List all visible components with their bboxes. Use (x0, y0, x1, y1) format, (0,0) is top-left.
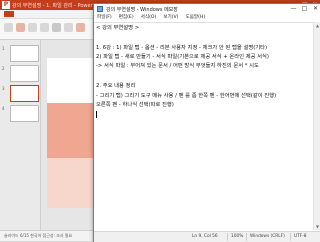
notepad-menubar: 파일(F) 편집(E) 서식(O) 보기(V) 도움말(H) (94, 14, 320, 22)
menu-view[interactable]: 보기(V) (163, 14, 178, 22)
paste-icon[interactable] (4, 23, 13, 32)
paragraph-icon[interactable] (52, 23, 61, 32)
slide-thumbnail-pane: 1 2 3 4 (0, 40, 41, 230)
notepad-titlebar[interactable]: 강의 부연설명 - Windows 메모장 — □ ✕ (94, 4, 320, 14)
slide-thumbnail[interactable] (10, 105, 39, 122)
text-caret (96, 111, 97, 118)
notepad-text-area[interactable]: < 강의 부연설명 > 1. 6강 : 1) 파일 탭 - 옵션 - 리본 사용… (94, 22, 314, 231)
app-title: 강의 부연설명 - 1. 파일 관리 - PowerPoint (12, 3, 106, 9)
font-icon[interactable] (40, 23, 49, 32)
menu-format[interactable]: 서식(O) (141, 14, 157, 22)
notepad-statusbar: Ln 9, Col 56 100% Windows (CRLF) UTF-8 (94, 231, 320, 242)
vertical-scrollbar[interactable]: ▲ ▼ (313, 22, 320, 230)
scroll-down-arrow-icon[interactable]: ▼ (314, 223, 320, 230)
close-button[interactable]: ✕ (310, 4, 320, 14)
cursor-position: Ln 9, Col 56 (192, 234, 218, 239)
menu-file[interactable]: 파일(F) (97, 14, 112, 22)
notepad-title: 강의 부연설명 - Windows 메모장 (106, 7, 178, 13)
notepad-window: 강의 부연설명 - Windows 메모장 — □ ✕ 파일(F) 편집(E) … (93, 3, 320, 242)
menu-help[interactable]: 도움말(H) (185, 14, 205, 22)
menu-edit[interactable]: 편집(E) (119, 14, 134, 22)
thumbnail-number: 2 (2, 66, 5, 71)
maximize-button[interactable]: □ (299, 4, 310, 14)
text-line: - 그리기 탭) 그리기 도구 메뉴 사용 / 펜 를 좀 한쪽 펜 - 한어번… (96, 93, 277, 99)
powerpoint-logo-icon: P (2, 1, 10, 9)
line-ending: Windows (CRLF) (250, 234, 285, 239)
file-tab[interactable] (4, 11, 14, 17)
text-line: 1. 6강 : 1) 파일 탭 - 옵션 - 리본 사용자 지정 - 체크가 안… (96, 45, 268, 51)
thumbnail-number: 1 (2, 46, 5, 51)
zoom-level: 100% (231, 234, 244, 239)
text-line: -> 서식 파일 : 무어져 있는 문서 / 어떤 방식 무엇들지 하진의 문서… (96, 63, 259, 69)
notepad-icon (97, 6, 103, 12)
layout-icon[interactable] (28, 23, 37, 32)
thumbnail-number: 3 (2, 86, 5, 91)
thumbnail-number: 4 (2, 106, 5, 111)
new-slide-icon[interactable] (16, 23, 25, 32)
shapes-icon[interactable] (64, 23, 73, 32)
text-line: 2. 주요 내용 정리 (96, 83, 136, 89)
text-line: < 강의 부연설명 > (96, 25, 140, 31)
minimize-button[interactable]: — (288, 4, 299, 14)
slide-thumbnail-selected[interactable] (10, 85, 39, 102)
app-status-text: 슬라이드 6/15 한국어 접근성: 조사 필요 (4, 233, 73, 238)
encoding: UTF-8 (294, 234, 307, 239)
scroll-up-arrow-icon[interactable]: ▲ (314, 22, 320, 29)
text-line: 오른쪽 펜 - 하나식 선택(따로 진행) (96, 102, 174, 108)
arrange-icon[interactable] (76, 23, 85, 32)
text-line: 2) 파일 탭 - 새로 만들기 - 서식 파일(기본으로 제공 서식 + 온라… (96, 54, 269, 60)
slide-thumbnail[interactable] (10, 45, 39, 62)
notepad-window-controls: — □ ✕ (288, 4, 320, 14)
slide-thumbnail[interactable] (10, 65, 39, 82)
